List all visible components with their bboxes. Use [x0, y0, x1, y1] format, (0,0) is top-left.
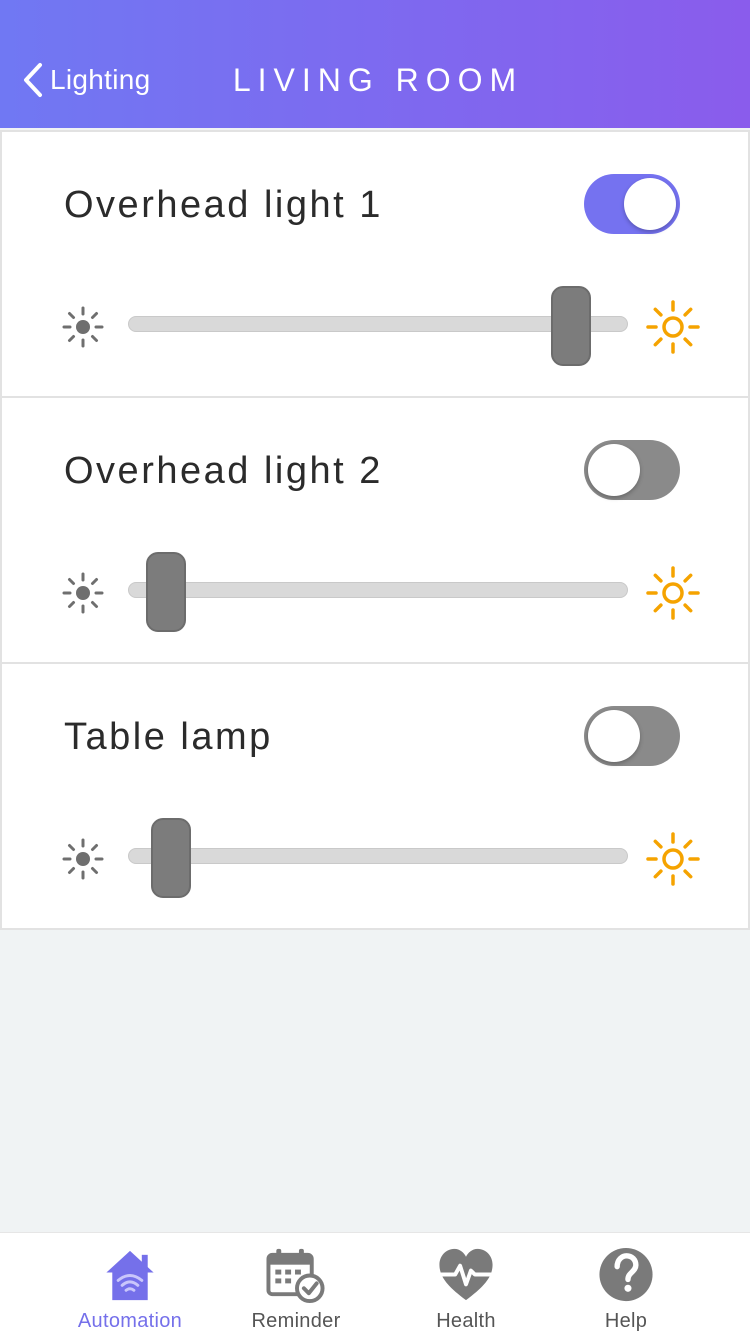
light-card: Table lamp	[0, 662, 750, 930]
power-toggle[interactable]	[584, 706, 680, 766]
slider-track	[128, 582, 628, 598]
tab-label: Automation	[77, 1310, 183, 1332]
power-toggle[interactable]	[584, 440, 680, 500]
sun-dim-icon	[62, 306, 104, 348]
brightness-slider[interactable]	[128, 284, 628, 366]
heart-pulse-icon	[439, 1248, 493, 1301]
help-icon	[599, 1247, 653, 1302]
brightness-slider[interactable]	[128, 816, 628, 898]
tab-help[interactable]: Help	[556, 1245, 696, 1333]
slider-thumb[interactable]	[151, 818, 191, 898]
tab-label: Help	[604, 1310, 648, 1332]
sun-dim-icon	[62, 572, 104, 614]
sun-bright-icon	[646, 566, 700, 620]
slider-thumb[interactable]	[146, 552, 187, 632]
toggle-knob	[624, 178, 676, 230]
light-name: Table lamp	[64, 716, 273, 758]
toggle-knob	[588, 444, 640, 496]
top-bar: Lighting LIVING ROOM	[0, 0, 750, 128]
page-title: LIVING ROOM	[232, 62, 524, 98]
light-name: Overhead light 1	[64, 184, 383, 226]
calendar-check-icon	[266, 1248, 325, 1304]
power-toggle[interactable]	[584, 174, 680, 234]
brightness-slider[interactable]	[128, 550, 628, 632]
light-card: Overhead light 2	[0, 396, 750, 664]
toggle-knob	[588, 710, 640, 762]
sun-bright-icon	[646, 300, 700, 354]
tab-automation[interactable]: Automation	[60, 1245, 200, 1333]
tab-reminder[interactable]: Reminder	[226, 1245, 366, 1333]
home-wifi-icon	[106, 1250, 154, 1301]
tab-label: Reminder	[251, 1310, 341, 1332]
light-list: Overhead light 1 Overhead light 2 Table …	[0, 130, 750, 930]
sun-dim-icon	[62, 838, 104, 880]
slider-thumb[interactable]	[551, 286, 592, 366]
sun-bright-icon	[646, 832, 700, 886]
light-name: Overhead light 2	[64, 450, 383, 492]
tab-bar: Automation Reminder Health Help	[0, 1232, 750, 1334]
slider-track	[128, 848, 628, 864]
light-card: Overhead light 1	[0, 130, 750, 398]
tab-label: Health	[436, 1310, 496, 1332]
tab-health[interactable]: Health	[396, 1245, 536, 1333]
